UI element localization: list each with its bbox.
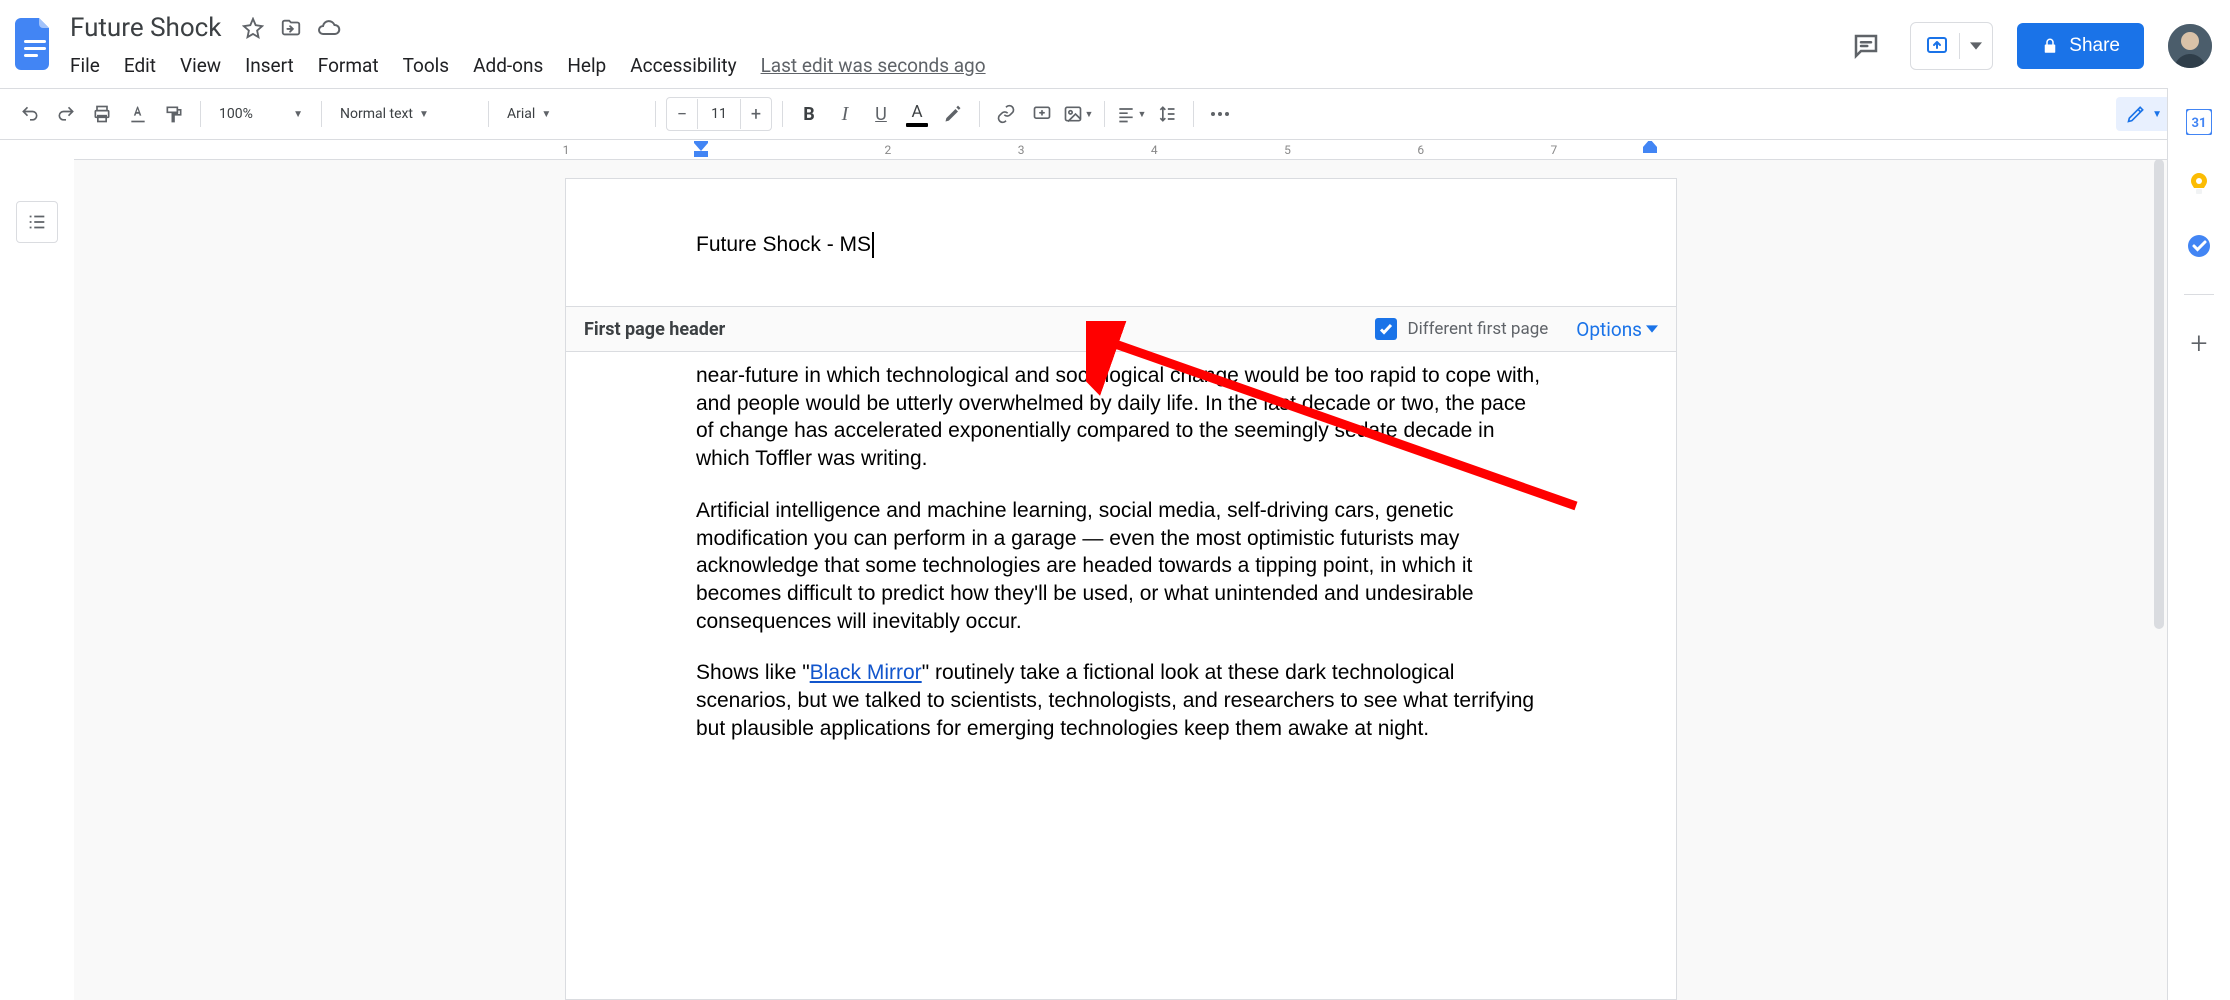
font-size-group: − 11 + [666, 97, 772, 131]
check-icon [1378, 321, 1394, 337]
font-select[interactable]: Arial▼ [499, 97, 645, 131]
page-header-area[interactable]: Future Shock - MS [566, 179, 1676, 307]
docs-logo[interactable] [10, 14, 60, 74]
keep-addon-icon[interactable] [2185, 170, 2213, 198]
zoom-select[interactable]: 100%▼ [211, 97, 311, 131]
menu-bar: File Edit View Insert Format Tools Add-o… [64, 46, 986, 84]
move-icon[interactable] [279, 16, 303, 40]
body-paragraph[interactable]: Artificial intelligence and machine lear… [696, 497, 1546, 636]
highlight-button[interactable] [937, 98, 969, 130]
title-bar: Future Shock File Edit View Insert Forma… [0, 0, 2230, 88]
spellcheck-button[interactable] [122, 98, 154, 130]
pencil-icon [2126, 104, 2146, 124]
line-spacing-button[interactable] [1151, 98, 1183, 130]
comments-button[interactable] [1846, 26, 1886, 66]
document-scroll-area[interactable]: 1 2 3 4 5 6 7 [74, 141, 2168, 1000]
underline-button[interactable]: U [865, 98, 897, 130]
redo-button[interactable] [50, 98, 82, 130]
present-dropdown[interactable] [1910, 22, 1993, 70]
header-options-link[interactable]: Options [1576, 318, 1658, 341]
document-page[interactable]: Future Shock - MS First page header Diff… [565, 178, 1677, 1000]
font-size-value[interactable]: 11 [697, 99, 741, 129]
menu-edit[interactable]: Edit [112, 48, 168, 83]
document-title[interactable]: Future Shock [64, 11, 227, 45]
tasks-addon-icon[interactable] [2185, 232, 2213, 260]
work-area: 1 2 3 4 5 6 7 [0, 141, 2168, 1000]
print-button[interactable] [86, 98, 118, 130]
left-indent-marker[interactable] [694, 141, 708, 157]
menu-insert[interactable]: Insert [233, 48, 306, 83]
menu-file[interactable]: File [64, 48, 112, 83]
menu-help[interactable]: Help [555, 48, 618, 83]
font-size-decrease[interactable]: − [667, 99, 697, 129]
menu-tools[interactable]: Tools [391, 48, 462, 83]
body-paragraph[interactable]: near-future in which technological and s… [696, 362, 1546, 473]
side-panel: 31 + [2167, 88, 2230, 1000]
caret-down-icon [1970, 40, 1982, 52]
svg-text:31: 31 [2192, 116, 2207, 131]
header-text[interactable]: Future Shock - MS [696, 233, 871, 257]
insert-image-button[interactable]: ▼ [1062, 98, 1094, 130]
editing-mode-button[interactable]: ▼ [2116, 97, 2172, 131]
share-label: Share [2069, 35, 2120, 57]
last-edit-link[interactable]: Last edit was seconds ago [761, 54, 986, 77]
align-button[interactable]: ▼ [1115, 98, 1147, 130]
cloud-status-icon[interactable] [317, 16, 341, 40]
account-avatar[interactable] [2168, 24, 2212, 68]
font-size-increase[interactable]: + [741, 99, 771, 129]
different-first-page-checkbox[interactable] [1375, 318, 1397, 340]
vertical-scrollbar[interactable] [2152, 159, 2166, 994]
share-button[interactable]: Share [2017, 23, 2144, 69]
outline-toggle-button[interactable] [16, 201, 58, 243]
paragraph-style-select[interactable]: Normal text▼ [332, 97, 478, 131]
menu-accessibility[interactable]: Accessibility [618, 48, 748, 83]
more-toolbar-button[interactable] [1204, 98, 1236, 130]
lock-icon [2041, 37, 2059, 55]
toolbar: 100%▼ Normal text▼ Arial▼ − 11 + B I U A… [0, 88, 2230, 140]
add-addon-button[interactable]: + [2191, 329, 2208, 359]
text-color-button[interactable]: A [901, 98, 933, 130]
undo-button[interactable] [14, 98, 46, 130]
text-cursor [872, 232, 874, 258]
horizontal-ruler[interactable]: 1 2 3 4 5 6 7 [74, 141, 2168, 160]
caret-down-icon [1646, 325, 1658, 333]
right-indent-marker[interactable] [1643, 141, 1657, 153]
document-body[interactable]: near-future in which technological and s… [566, 352, 1676, 807]
left-gutter [0, 141, 74, 1000]
menu-view[interactable]: View [168, 48, 233, 83]
menu-addons[interactable]: Add-ons [461, 48, 555, 83]
body-paragraph[interactable]: Shows like "Black Mirror" routinely take… [696, 659, 1546, 742]
italic-button[interactable]: I [829, 98, 861, 130]
scrollbar-thumb[interactable] [2154, 159, 2164, 629]
insert-comment-button[interactable] [1026, 98, 1058, 130]
black-mirror-link[interactable]: Black Mirror [810, 661, 922, 684]
header-section-label: First page header [584, 319, 725, 340]
bold-button[interactable]: B [793, 98, 825, 130]
different-first-page-label[interactable]: Different first page [1407, 319, 1548, 339]
menu-format[interactable]: Format [306, 48, 391, 83]
paint-format-button[interactable] [158, 98, 190, 130]
star-icon[interactable] [241, 16, 265, 40]
insert-link-button[interactable] [990, 98, 1022, 130]
header-options-bar: First page header Different first page O… [566, 307, 1676, 352]
calendar-addon-icon[interactable]: 31 [2185, 108, 2213, 136]
